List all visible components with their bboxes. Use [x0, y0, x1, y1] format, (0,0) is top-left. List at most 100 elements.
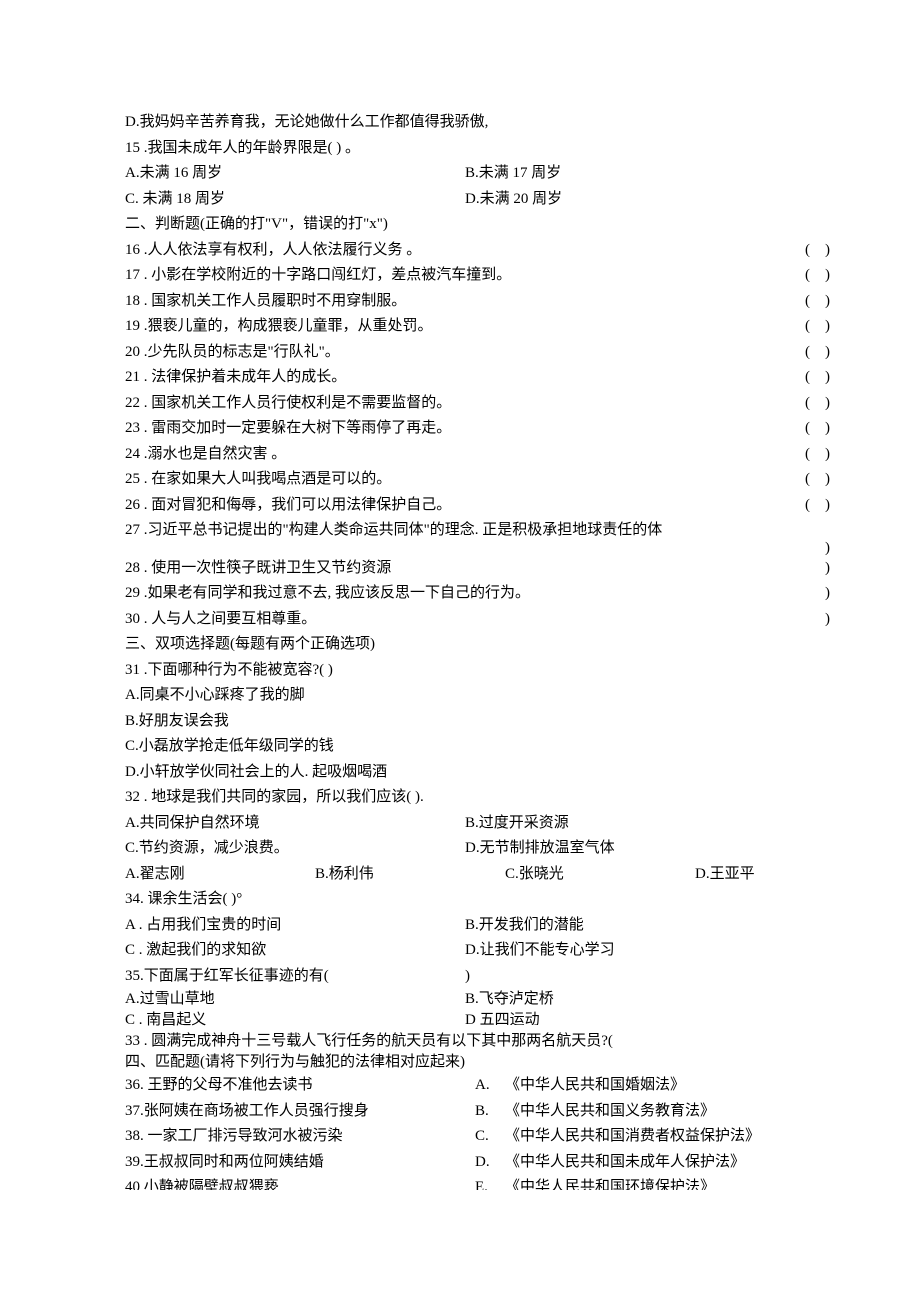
astronaut-c: C.张晓光: [505, 862, 695, 888]
match-letter-a: A.: [475, 1073, 505, 1099]
match-39-left: 39.王叔叔同时和两位阿姨结婚: [125, 1150, 475, 1176]
q32-stem: 32 . 地球是我们共同的家园，所以我们应该( ).: [125, 785, 810, 811]
q26-text: 26 . 面对冒犯和侮辱，我们可以用法律保护自己。: [125, 497, 451, 513]
document-page: D.我妈妈辛苦养育我，无论她做什么工作都值得我骄傲, 15 .我国未成年人的年龄…: [0, 0, 920, 1200]
q19: 19 .猥亵儿童的，构成猥亵儿童罪，从重处罚。 ( ): [125, 314, 810, 340]
q34-option-a: A . 占用我们宝贵的时间: [125, 913, 465, 939]
q35-option-d: D 五四运动: [465, 1010, 810, 1025]
q32-option-a: A.共同保护自然环境: [125, 811, 465, 837]
q20-text: 20 .少先队员的标志是"行队礼"。: [125, 344, 340, 360]
q27-text: 27 .习近平总书记提出的"构建人类命运共同体"的理念. 正是积极承担地球责任的…: [125, 522, 662, 538]
q15-options-row1: A.未满 16 周岁 B.未满 17 周岁: [125, 161, 810, 187]
bracket-close: ): [825, 289, 830, 315]
bracket-open: (: [805, 365, 810, 391]
bracket-open: (: [805, 289, 810, 315]
q35-paren: ): [465, 964, 810, 990]
bracket-close: ): [825, 607, 830, 633]
q33-stem: 33 . 圆满完成神舟十三号载人飞行任务的航天员有以下其中那两名航天员?(: [125, 1031, 810, 1052]
q16-text: 16 .人人依法享有权利，人人依法履行义务 。: [125, 242, 421, 258]
match-letter-c: C.: [475, 1124, 505, 1150]
q35-option-c: C . 南昌起义: [125, 1010, 465, 1031]
bracket-open: (: [805, 442, 810, 468]
q20: 20 .少先队员的标志是"行队礼"。 ( ): [125, 340, 810, 366]
q18: 18 . 国家机关工作人员履职时不用穿制服。 ( ): [125, 289, 810, 315]
q27: 27 .习近平总书记提出的"构建人类命运共同体"的理念. 正是积极承担地球责任的…: [125, 518, 810, 544]
bracket-open: (: [805, 340, 810, 366]
astronaut-options: A.翟志刚 B.杨利伟 C.张晓光 D.王亚平: [125, 862, 810, 888]
q30-text: 30 . 人与人之间要互相尊重。: [125, 611, 316, 627]
bracket-close: ): [825, 340, 830, 366]
q21: 21 . 法律保护着未成年人的成长。 ( ): [125, 365, 810, 391]
q32-options-row1: A.共同保护自然环境 B.过度开采资源: [125, 811, 810, 837]
q23: 23 . 雷雨交加时一定要躲在大树下等雨停了再走。 ( ): [125, 416, 810, 442]
q28: 28 . 使用一次性筷子既讲卫生又节约资源 ): [125, 556, 810, 582]
q24-text: 24 .溺水也是自然灾害 。: [125, 446, 286, 462]
q15-option-d: D.未满 20 周岁: [465, 187, 810, 213]
q31-option-a: A.同桌不小心踩疼了我的脚: [125, 683, 810, 709]
q30: 30 . 人与人之间要互相尊重。 ): [125, 607, 810, 633]
bracket-close: ): [825, 581, 830, 607]
q22-text: 22 . 国家机关工作人员行使权利是不需要监督的。: [125, 395, 451, 411]
bracket-close: ): [825, 442, 830, 468]
bracket-open: (: [805, 391, 810, 417]
match-a-text: 《中华人民共和国婚姻法》: [505, 1073, 810, 1099]
match-row-39: 39.王叔叔同时和两位阿姨结婚 D. 《中华人民共和国未成年人保护法》: [125, 1150, 810, 1176]
q32-options-row2: C.节约资源，减少浪费。 D.无节制排放温室气体: [125, 836, 810, 862]
q24: 24 .溺水也是自然灾害 。 ( ): [125, 442, 810, 468]
q17: 17 . 小影在学校附近的十字路口闯红灯，差点被汽车撞到。 ( ): [125, 263, 810, 289]
q26: 26 . 面对冒犯和侮辱，我们可以用法律保护自己。 ( ): [125, 493, 810, 519]
section-2-title: 二、判断题(正确的打"V"，错误的打"x"): [125, 212, 810, 238]
bracket-close: ): [825, 314, 830, 340]
bracket-close: ): [825, 493, 830, 519]
match-e-text: 《中华人民共和国环境保护法》: [505, 1175, 810, 1190]
match-letter-d: D.: [475, 1150, 505, 1176]
q31-option-d: D.小轩放学伙同社会上的人. 起吸烟喝酒: [125, 760, 810, 786]
q31-option-c: C.小磊放学抢走低年级同学的钱: [125, 734, 810, 760]
q14-option-d: D.我妈妈辛苦养育我，无论她做什么工作都值得我骄傲,: [125, 110, 810, 136]
bracket-close: ): [825, 416, 830, 442]
q32-option-c: C.节约资源，减少浪费。: [125, 836, 465, 862]
match-37-left: 37.张阿姨在商场被工作人员强行搜身: [125, 1099, 475, 1125]
match-letter-b: B.: [475, 1099, 505, 1125]
q34-option-b: B.开发我们的潜能: [465, 913, 810, 939]
match-d-text: 《中华人民共和国未成年人保护法》: [505, 1150, 810, 1176]
q28-text: 28 . 使用一次性筷子既讲卫生又节约资源: [125, 560, 391, 576]
q22: 22 . 国家机关工作人员行使权利是不需要监督的。 ( ): [125, 391, 810, 417]
q35-option-a: A.过雪山草地: [125, 989, 465, 1010]
q35-stem: 35.下面属于红军长征事迹的有(: [125, 964, 465, 990]
bracket-close: ): [825, 391, 830, 417]
q32-option-d: D.无节制排放温室气体: [465, 836, 810, 862]
bracket-close: ): [825, 556, 830, 582]
match-row-40: 40 小静被隔壁叔叔猥亵 E. 《中华人民共和国环境保护法》: [125, 1175, 810, 1190]
section-4-title: 四、匹配题(请将下列行为与触犯的法律相对应起来): [125, 1052, 810, 1073]
q31-option-b: B.好朋友误会我: [125, 709, 810, 735]
q17-text: 17 . 小影在学校附近的十字路口闯红灯，差点被汽车撞到。: [125, 267, 511, 283]
match-36-left: 36. 王野的父母不准他去读书: [125, 1073, 475, 1099]
q15-stem: 15 .我国未成年人的年龄界限是( ) 。: [125, 136, 810, 162]
match-38-left: 38. 一家工厂排污导致河水被污染: [125, 1124, 475, 1150]
astronaut-b: B.杨利伟: [315, 862, 505, 888]
section-3-title: 三、双项选择题(每题有两个正确选项): [125, 632, 810, 658]
match-b-text: 《中华人民共和国义务教育法》: [505, 1099, 810, 1125]
bracket-open: (: [805, 263, 810, 289]
astronaut-d: D.王亚平: [695, 862, 810, 888]
q29-text: 29 .如果老有同学和我过意不去, 我应该反思一下自己的行为。: [125, 585, 530, 601]
q34-stem: 34. 课余生活会( )°: [125, 887, 810, 913]
match-letter-e: E.: [475, 1175, 505, 1190]
astronaut-a: A.翟志刚: [125, 862, 315, 888]
match-c-text: 《中华人民共和国消费者权益保护法》: [505, 1124, 810, 1150]
bracket-open: (: [805, 314, 810, 340]
q19-text: 19 .猥亵儿童的，构成猥亵儿童罪，从重处罚。: [125, 318, 433, 334]
q35-options-row2: C . 南昌起义 D 五四运动: [125, 1010, 810, 1031]
match-row-36: 36. 王野的父母不准他去读书 A. 《中华人民共和国婚姻法》: [125, 1073, 810, 1099]
q21-text: 21 . 法律保护着未成年人的成长。: [125, 369, 346, 385]
q34-option-d: D.让我们不能专心学习: [465, 938, 810, 964]
q23-text: 23 . 雷雨交加时一定要躲在大树下等雨停了再走。: [125, 420, 451, 436]
q15-option-c: C. 未满 18 周岁: [125, 187, 465, 213]
q31-stem: 31 .下面哪种行为不能被宽容?( ): [125, 658, 810, 684]
bracket-open: (: [805, 238, 810, 264]
bracket-open: (: [805, 467, 810, 493]
bracket-open: (: [805, 493, 810, 519]
q34-option-c: C . 激起我们的求知欲: [125, 938, 465, 964]
q35-options-row1: A.过雪山草地 B.飞夺泸定桥: [125, 989, 810, 1010]
